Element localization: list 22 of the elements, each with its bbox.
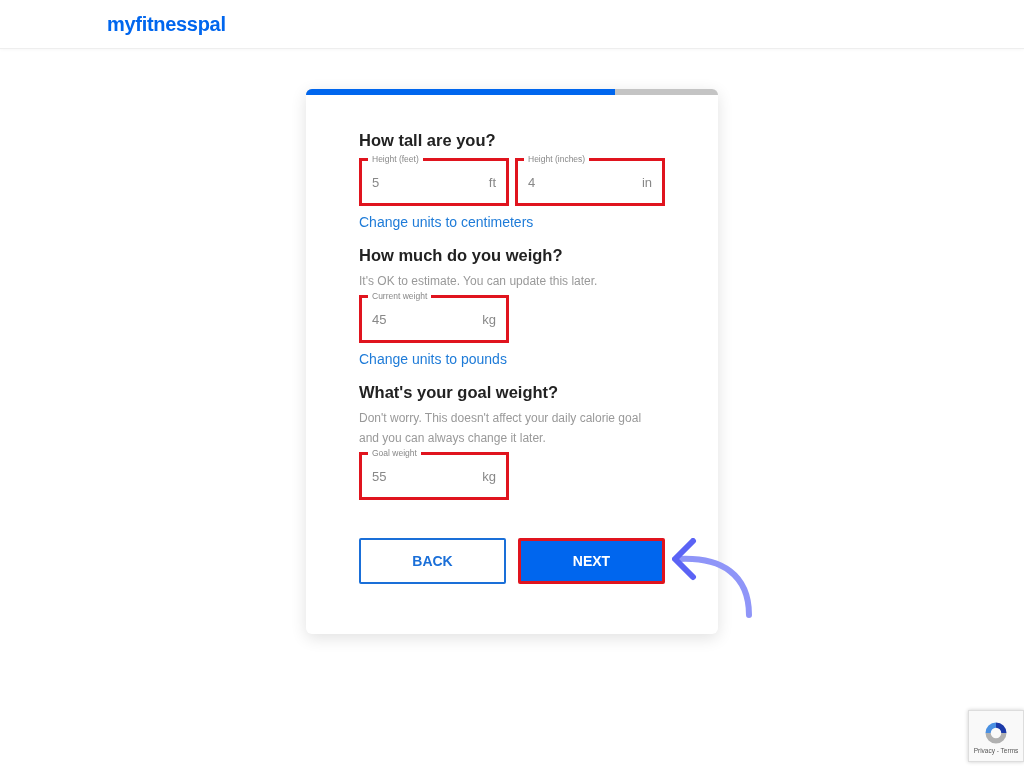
hint-text: Don't worry. This doesn't affect your daily calorie goal and you can always change it later. [359, 410, 643, 447]
change-units-link[interactable]: Change units to pounds [359, 351, 507, 367]
change-units-link[interactable]: Change units to centimeters [359, 214, 534, 230]
question-heading: What's your goal weight? [359, 383, 560, 402]
question-heading: How tall are you? [359, 131, 497, 150]
hint-text: It's OK to estimate. You can update this later. [359, 273, 599, 290]
back-button[interactable]: BACK [359, 538, 506, 584]
unit-label: kg [482, 311, 496, 327]
field-label: Height (inches) [524, 154, 590, 164]
field-label: Height (feet) [368, 154, 423, 164]
logo[interactable]: myfitnesspal [107, 12, 226, 36]
next-button[interactable]: NEXT [518, 538, 665, 584]
unit-label: kg [482, 468, 496, 484]
field-value: 5 [372, 174, 380, 190]
field-label: Goal weight [368, 448, 421, 458]
field-value: 4 [528, 174, 536, 190]
field-label: Current weight [368, 291, 432, 301]
field-value: 45 [372, 311, 387, 327]
unit-label: ft [488, 174, 496, 190]
unit-label: in [641, 174, 652, 190]
question-heading: How much do you weigh? [359, 246, 564, 265]
field-value: 55 [372, 468, 387, 484]
